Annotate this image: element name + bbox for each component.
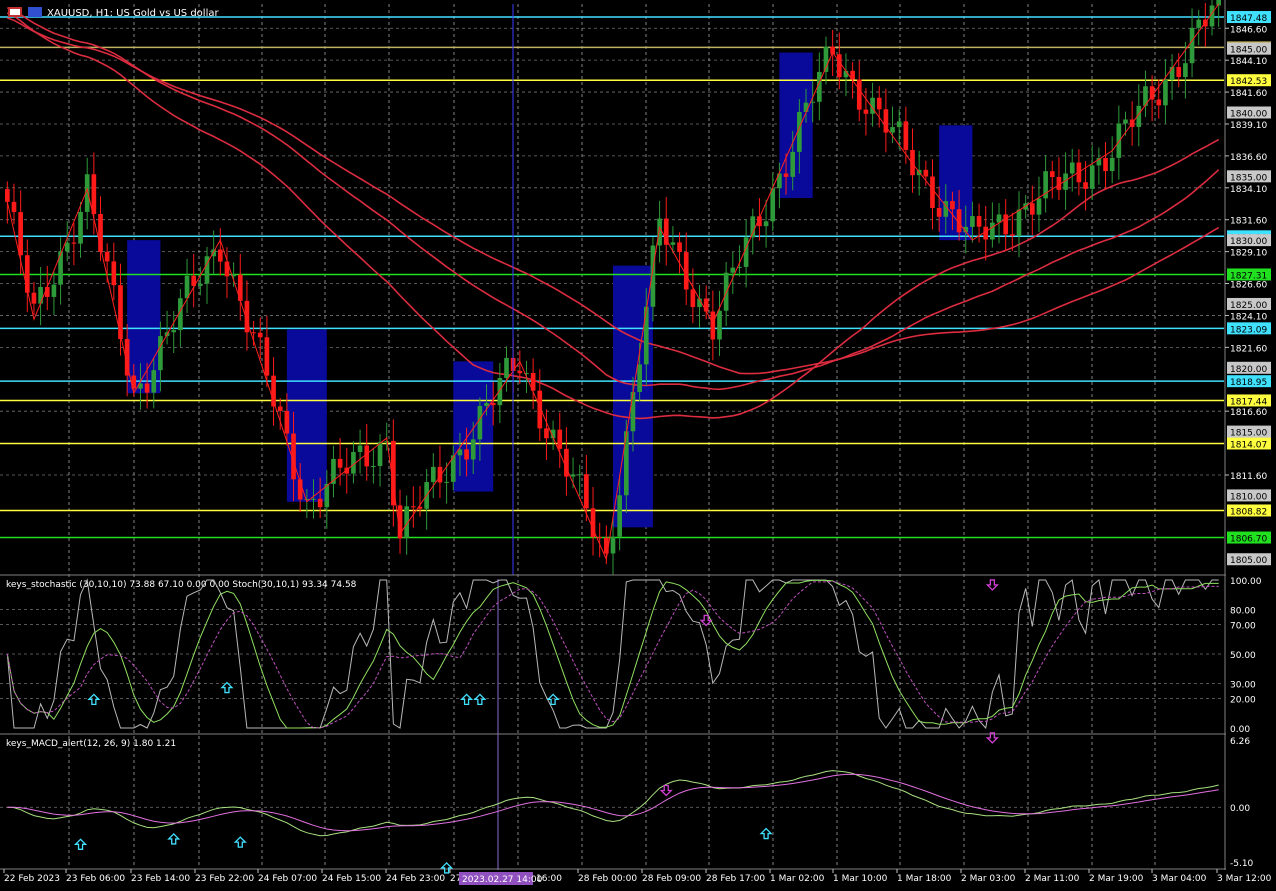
price-tick-label: 1841.60 <box>1230 89 1267 99</box>
stoch-tick-label: 50.00 <box>1230 651 1256 661</box>
stoch-tick-label: 100.00 <box>1230 577 1262 587</box>
crosshair-time-tail: 16:00 <box>536 874 562 884</box>
price-grey-label: 1810.00 <box>1230 492 1267 502</box>
price-grey-label: 1840.00 <box>1230 109 1267 119</box>
stochastic-label: keys_stochastic (30,10,10) 73.88 67.10 0… <box>6 580 357 590</box>
level-price-label: 1847.48 <box>1230 14 1267 24</box>
price-tick-label: 1839.10 <box>1230 121 1267 131</box>
macd-tick-label: 6.26 <box>1230 737 1250 747</box>
swing-box <box>939 125 973 241</box>
stoch-tick-label: 0.00 <box>1230 725 1250 735</box>
level-price-label: 1818.95 <box>1230 378 1267 388</box>
stoch-tick-label: 30.00 <box>1230 681 1256 691</box>
flag-icon <box>28 7 42 17</box>
stoch-tick-label: 70.00 <box>1230 621 1256 631</box>
price-grey-label: 1835.00 <box>1230 173 1267 183</box>
level-price-label: 1814.07 <box>1230 440 1267 450</box>
time-tick-label: 23 Feb 14:00 <box>131 874 190 884</box>
time-tick-label: 28 Feb 17:00 <box>706 874 765 884</box>
level-price-label: 1808.82 <box>1230 507 1267 517</box>
stoch-tick-label: 80.00 <box>1230 607 1256 617</box>
chart-canvas[interactable]: 1847.481842.531845.001830.301827.311823.… <box>0 0 1276 887</box>
level-price-label: 1817.44 <box>1230 397 1267 407</box>
stoch-tick-label: 20.00 <box>1230 695 1256 705</box>
price-tick-label: 1811.60 <box>1230 472 1267 482</box>
time-tick-label: 24 Feb 07:00 <box>258 874 317 884</box>
time-tick-label: 2 Mar 11:00 <box>1025 874 1080 884</box>
price-tick-label: 1834.10 <box>1230 185 1267 195</box>
time-tick-label: 1 Mar 18:00 <box>897 874 952 884</box>
macd-tick-label: -5.10 <box>1230 859 1254 869</box>
price-tick-label: 1829.10 <box>1230 249 1267 259</box>
price-tick-label: 1836.60 <box>1230 153 1267 163</box>
level-price-label: 1806.70 <box>1230 535 1267 545</box>
price-tick-label: 1824.10 <box>1230 312 1267 322</box>
level-price-label: 1823.09 <box>1230 325 1267 335</box>
price-grey-label: 1805.00 <box>1230 556 1267 566</box>
time-tick-label: 2 Mar 03:00 <box>961 874 1016 884</box>
time-tick-label: 28 Feb 09:00 <box>642 874 701 884</box>
time-tick-label: 23 Feb 06:00 <box>66 874 125 884</box>
price-grey-label: 1830.00 <box>1230 237 1267 247</box>
macd-tick-label: 0.00 <box>1230 804 1250 814</box>
price-tick-label: 1831.60 <box>1230 217 1267 227</box>
price-grey-label: 1845.00 <box>1230 46 1267 56</box>
symbol-title: XAUUSD, H1: US Gold vs US dollar <box>47 8 219 19</box>
time-tick-label: 2 Mar 19:00 <box>1089 874 1144 884</box>
time-tick-label: 23 Feb 22:00 <box>195 874 254 884</box>
price-tick-label: 1816.60 <box>1230 408 1267 418</box>
time-tick-label: 3 Mar 04:00 <box>1152 874 1207 884</box>
time-tick-label: 22 Feb 2023 <box>4 874 60 884</box>
time-tick-label: 28 Feb 00:00 <box>578 874 637 884</box>
macd-label: keys_MACD_alert(12, 26, 9) 1.80 1.21 <box>6 739 176 749</box>
chart-type-icon-inner <box>10 9 20 15</box>
time-tick-label: 1 Mar 02:00 <box>770 874 825 884</box>
price-tick-label: 1846.60 <box>1230 25 1267 35</box>
time-tick-label: 24 Feb 15:00 <box>322 874 381 884</box>
time-tick-label: 1 Mar 10:00 <box>833 874 888 884</box>
level-price-label: 1842.53 <box>1230 77 1267 87</box>
price-tick-label: 1826.60 <box>1230 281 1267 291</box>
time-tick-label: 24 Feb 23:00 <box>386 874 445 884</box>
price-grey-label: 1815.00 <box>1230 429 1267 439</box>
price-tick-label: 1844.10 <box>1230 57 1267 67</box>
trading-chart-window[interactable]: 1847.481842.531845.001830.301827.311823.… <box>0 0 1276 887</box>
time-tick-label: 3 Mar 12:00 <box>1217 874 1272 884</box>
price-tick-label: 1821.60 <box>1230 344 1267 354</box>
crosshair-time-label: 2023.02.27 14:00 <box>462 875 543 885</box>
price-grey-label: 1820.00 <box>1230 365 1267 375</box>
price-grey-label: 1825.00 <box>1230 301 1267 311</box>
